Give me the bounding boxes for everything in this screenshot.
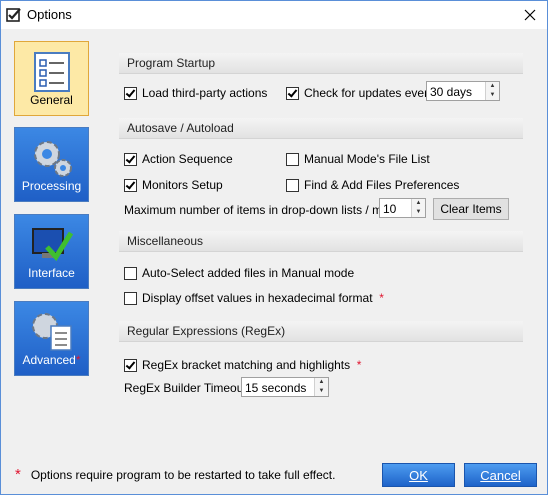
restart-required-star: * xyxy=(356,358,362,372)
regex-bracket-checkbox[interactable]: RegEx bracket matching and highlights * xyxy=(124,358,361,372)
spin-down-icon: ▼ xyxy=(489,92,496,98)
sidebar-item-general[interactable]: General xyxy=(14,41,89,116)
section-program-startup: Program Startup xyxy=(119,53,523,74)
sidebar-item-processing[interactable]: Processing xyxy=(14,127,89,202)
max-items-label: Maximum number of items in drop-down lis… xyxy=(124,203,412,217)
checkbox-box[interactable] xyxy=(124,266,137,280)
cancel-button[interactable]: Cancel xyxy=(464,463,537,487)
sidebar-label: Processing xyxy=(21,179,82,193)
checkbox-box[interactable] xyxy=(286,152,299,166)
checkbox-box[interactable] xyxy=(124,358,137,372)
close-icon xyxy=(524,9,536,21)
spin-down-icon: ▼ xyxy=(415,209,422,215)
title-bar: Options xyxy=(1,1,547,29)
ok-button[interactable]: OK xyxy=(382,463,455,487)
window-title: Options xyxy=(27,7,72,22)
restart-required-star: * xyxy=(15,466,21,483)
sidebar-item-advanced[interactable]: Advanced* xyxy=(14,301,89,376)
section-regex: Regular Expressions (RegEx) xyxy=(119,321,523,342)
update-interval-spinner[interactable]: 30 days ▲ ▼ xyxy=(426,81,500,101)
max-items-spinner[interactable]: 10 ▲ ▼ xyxy=(379,198,426,218)
close-button[interactable] xyxy=(513,1,547,29)
gears-icon xyxy=(34,141,72,177)
monitors-setup-checkbox[interactable]: Monitors Setup xyxy=(124,178,223,192)
spin-down-icon: ▼ xyxy=(318,388,325,394)
restart-required-star: * xyxy=(379,291,384,305)
checklist-app-icon xyxy=(6,8,21,22)
sidebar-label: Interface xyxy=(28,266,75,280)
spin-up-icon: ▲ xyxy=(318,379,325,385)
checkbox-box[interactable] xyxy=(286,178,299,192)
monitor-check-icon xyxy=(32,228,74,262)
checkbox-box[interactable] xyxy=(286,86,299,100)
clear-items-button[interactable]: Clear Items xyxy=(433,198,509,220)
checklist-icon xyxy=(34,52,70,92)
auto-select-checkbox[interactable]: Auto-Select added files in Manual mode xyxy=(124,266,354,280)
sidebar-label: General xyxy=(30,93,73,107)
checkbox-box[interactable] xyxy=(124,86,137,100)
check-updates-checkbox[interactable]: Check for updates every xyxy=(286,86,434,100)
section-autosave: Autosave / Autoload xyxy=(119,118,523,139)
gear-document-icon xyxy=(32,313,72,351)
restart-required-star: * xyxy=(75,353,81,367)
action-sequence-checkbox[interactable]: Action Sequence xyxy=(124,152,233,166)
regex-timeout-spinner[interactable]: 15 seconds ▲ ▼ xyxy=(241,377,329,397)
hex-offset-checkbox[interactable]: Display offset values in hexadecimal for… xyxy=(124,291,384,305)
spin-up-icon: ▲ xyxy=(489,83,496,89)
checkbox-box[interactable] xyxy=(124,178,137,192)
restart-note: * Options require program to be restarte… xyxy=(15,466,336,483)
sidebar-label: Advanced* xyxy=(22,353,81,367)
checkbox-box[interactable] xyxy=(124,152,137,166)
options-window: Options General Processing Interface Adv… xyxy=(0,0,548,495)
load-third-party-checkbox[interactable]: Load third-party actions xyxy=(124,86,267,100)
spin-up-icon: ▲ xyxy=(415,200,422,206)
checkbox-box[interactable] xyxy=(124,291,137,305)
section-miscellaneous: Miscellaneous xyxy=(119,231,523,252)
regex-timeout-label: RegEx Builder Timeout: xyxy=(124,381,251,395)
sidebar-item-interface[interactable]: Interface xyxy=(14,214,89,289)
find-add-prefs-checkbox[interactable]: Find & Add Files Preferences xyxy=(286,178,459,192)
manual-file-list-checkbox[interactable]: Manual Mode's File List xyxy=(286,152,430,166)
